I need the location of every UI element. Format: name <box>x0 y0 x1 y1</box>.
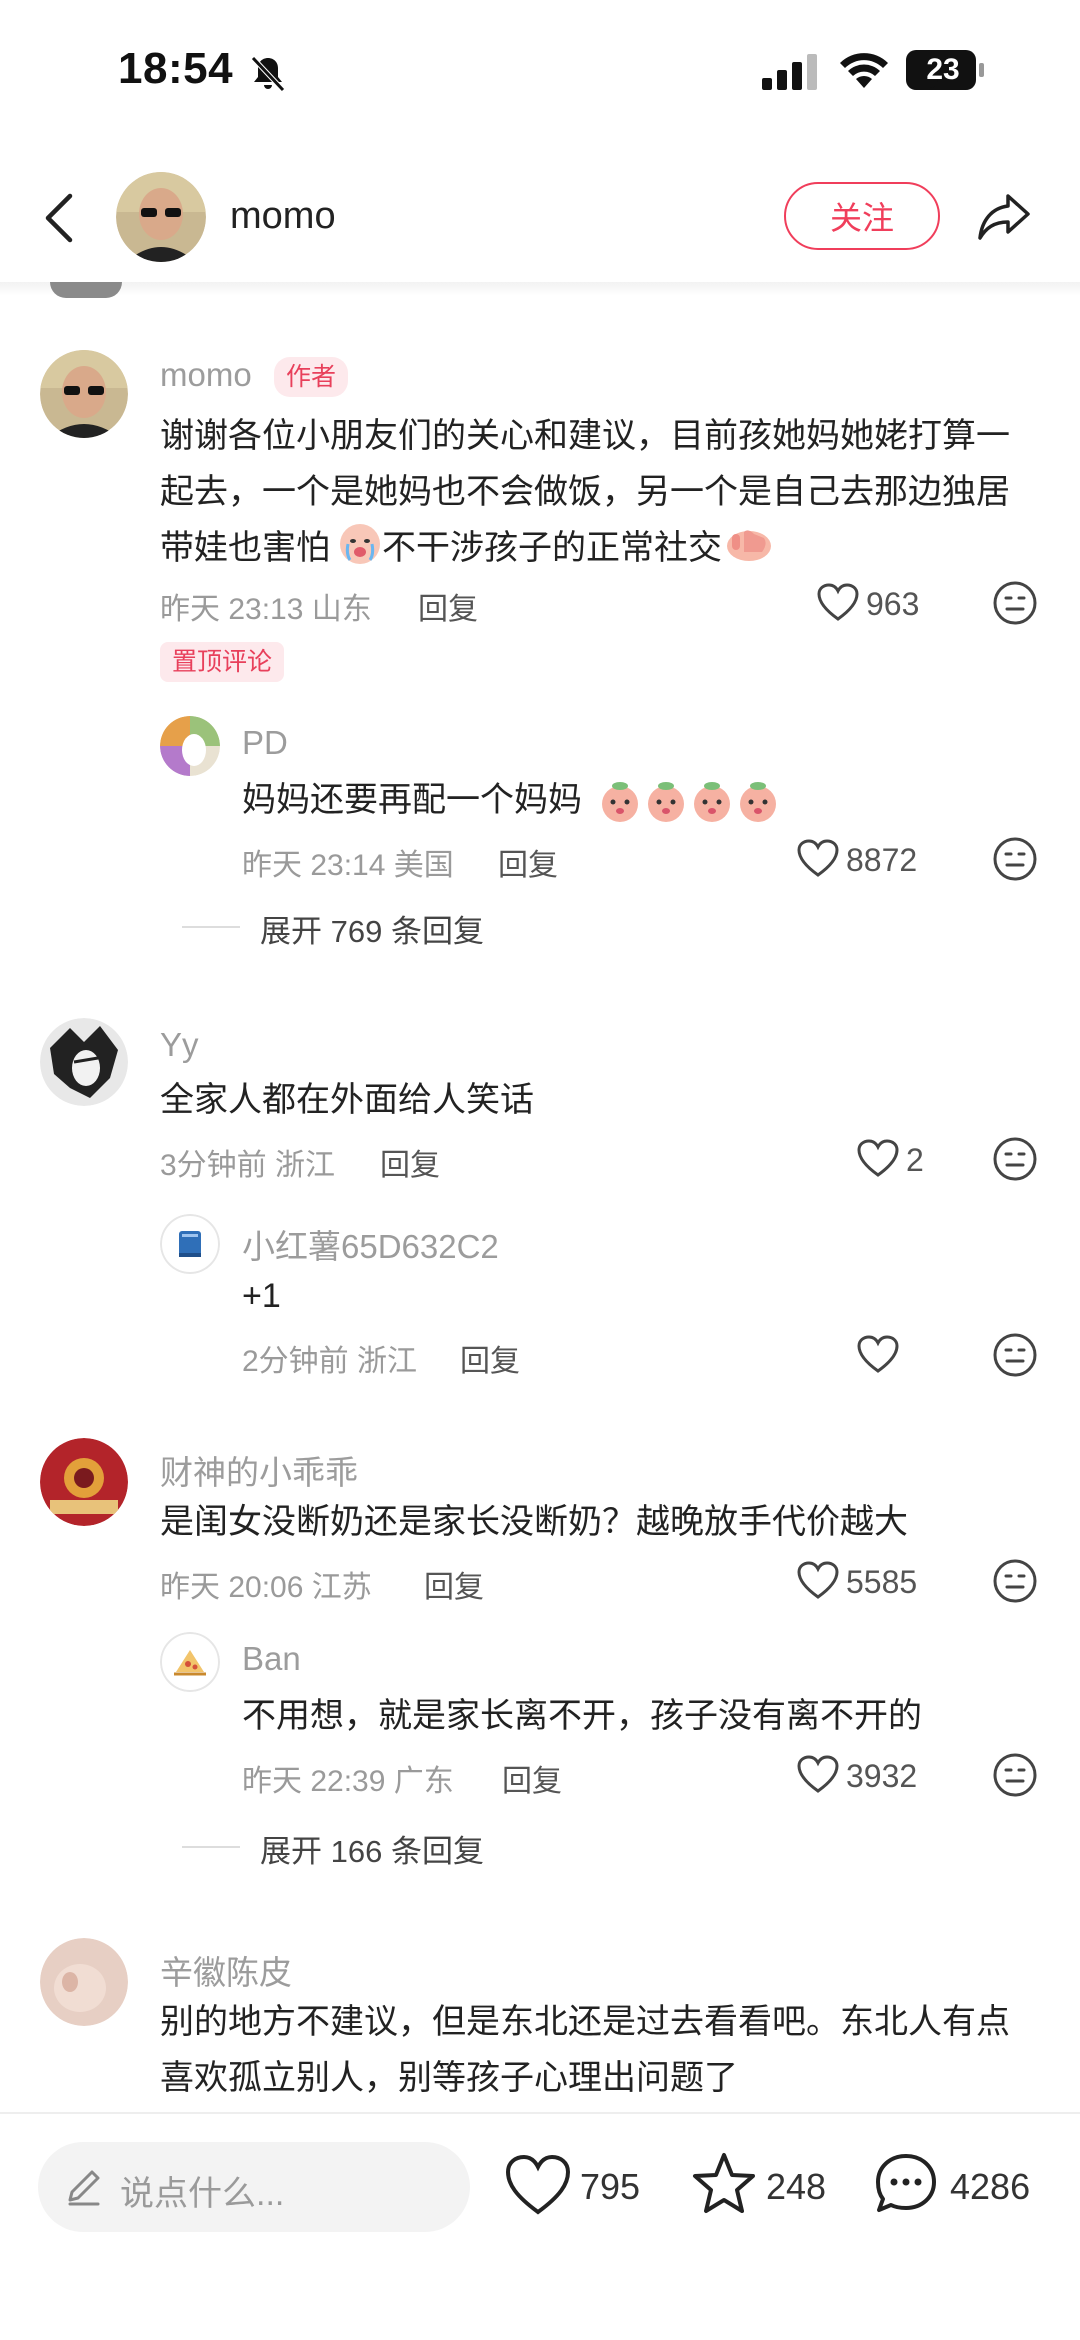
comment-text-line: 喜欢孤立别人，别等孩子心理出问题了 <box>160 2059 738 2097</box>
header-username[interactable]: momo <box>230 195 336 238</box>
heart-icon[interactable] <box>816 582 860 622</box>
comment-time-location: 昨天 23:13 山东 <box>160 593 372 626</box>
post-star-count: 248 <box>766 2166 827 2207</box>
neutral-face-icon[interactable] <box>992 1558 1038 1604</box>
bell-slash-icon <box>251 56 285 92</box>
reply-text: 不用想，就是家长离不开，孩子没有离不开的 <box>242 1697 922 1735</box>
heart-icon[interactable] <box>504 2152 572 2220</box>
avatar[interactable] <box>116 172 206 262</box>
comment-time-location: 3分钟前 浙江 <box>160 1149 336 1182</box>
comment-username[interactable]: PD <box>242 724 288 762</box>
post-comment-count: 4286 <box>950 2166 1031 2207</box>
comment-time-location: 昨天 22:39 广东 <box>242 1765 454 1798</box>
reply-button[interactable]: 回复 <box>460 1336 520 1380</box>
reply-text: +1 <box>242 1277 281 1315</box>
comment-username[interactable]: momo <box>160 356 252 394</box>
author-badge: 作者 <box>274 357 349 397</box>
avatar[interactable] <box>160 716 220 776</box>
heart-icon[interactable] <box>856 1334 900 1374</box>
comment-text: 全家人都在外面给人笑话 <box>160 1081 534 1119</box>
header-divider <box>0 282 1080 296</box>
neutral-face-icon[interactable] <box>992 1332 1038 1378</box>
neutral-face-icon[interactable] <box>992 1752 1038 1798</box>
neutral-face-icon[interactable] <box>992 836 1038 882</box>
comment-text-line: 带娃也害怕 <box>160 529 330 567</box>
comment-username[interactable]: Ban <box>242 1640 301 1678</box>
star-icon[interactable] <box>690 2150 758 2218</box>
heart-icon[interactable] <box>796 1560 840 1600</box>
comment-username[interactable]: 小红薯65D632C2 <box>242 1220 499 1268</box>
comment-username[interactable]: Yy <box>160 1026 199 1064</box>
comment-text-line: 不干涉孩子的正常社交 <box>382 529 722 567</box>
comment-username[interactable]: 辛徽陈皮 <box>160 1946 292 1994</box>
avatar[interactable] <box>40 1438 128 1526</box>
chat-bubble-icon[interactable] <box>872 2150 940 2218</box>
thumbs-up-emoji-icon <box>727 530 771 561</box>
neutral-face-icon[interactable] <box>992 1136 1038 1182</box>
comment-time-location: 2分钟前 浙江 <box>242 1345 418 1378</box>
wifi-icon <box>840 53 888 88</box>
expand-replies-button[interactable]: 展开 166 条回复 <box>260 1826 484 1871</box>
peach-emoji-icon <box>602 782 776 822</box>
avatar[interactable] <box>40 350 128 438</box>
reply-text: 妈妈还要再配一个妈妈 <box>242 781 582 819</box>
heart-icon[interactable] <box>796 1754 840 1794</box>
status-time: 18:54 <box>118 44 234 93</box>
comment-username[interactable]: 财神的小乖乖 <box>160 1446 358 1494</box>
comment-text-line: 谢谢各位小朋友们的关心和建议，目前孩她妈她姥打算一 <box>160 417 1010 455</box>
expand-divider <box>182 1846 240 1848</box>
pinned-comment-badge: 置顶评论 <box>160 642 285 682</box>
like-count: 5585 <box>846 1564 918 1600</box>
avatar[interactable] <box>160 1632 220 1692</box>
comment-text-line: 起去，一个是她妈也不会做饭，另一个是自己去那边独居 <box>160 473 1010 511</box>
signal-icon <box>762 54 817 90</box>
comment-text: 是闺女没断奶还是家长没断奶？越晚放手代价越大 <box>160 1503 908 1541</box>
share-icon[interactable] <box>976 188 1032 244</box>
avatar <box>50 282 122 298</box>
comment-time-location: 昨天 23:14 美国 <box>242 849 454 882</box>
battery-level: 23 <box>926 53 960 86</box>
reply-button[interactable]: 回复 <box>380 1140 440 1184</box>
post-like-count: 795 <box>580 2166 641 2207</box>
avatar[interactable] <box>40 1018 128 1106</box>
reply-button[interactable]: 回复 <box>502 1756 562 1800</box>
like-count: 963 <box>866 586 920 622</box>
follow-button[interactable]: 关注 <box>784 182 940 250</box>
like-count: 3932 <box>846 1758 918 1794</box>
like-count: 8872 <box>846 842 918 878</box>
comment-time-location: 昨天 20:06 江苏 <box>160 1571 372 1604</box>
expand-divider <box>182 926 240 928</box>
reply-button[interactable]: 回复 <box>498 840 558 884</box>
crying-emoji-icon <box>340 524 380 564</box>
reply-button[interactable]: 回复 <box>424 1562 484 1606</box>
back-arrow-icon[interactable] <box>40 190 80 246</box>
bottom-bar-divider <box>0 2112 1080 2114</box>
expand-replies-button[interactable]: 展开 769 条回复 <box>260 906 484 951</box>
like-count: 2 <box>906 1142 924 1178</box>
heart-icon[interactable] <box>796 838 840 878</box>
neutral-face-icon[interactable] <box>992 580 1038 626</box>
heart-icon[interactable] <box>856 1138 900 1178</box>
avatar[interactable] <box>160 1214 220 1274</box>
comment-text-line: 别的地方不建议，但是东北还是过去看看吧。东北人有点 <box>160 2003 1010 2041</box>
avatar[interactable] <box>40 1938 128 2026</box>
comment-input-placeholder[interactable]: 说点什么... <box>120 2166 284 2215</box>
pencil-icon <box>68 2170 100 2206</box>
reply-button[interactable]: 回复 <box>418 584 478 628</box>
